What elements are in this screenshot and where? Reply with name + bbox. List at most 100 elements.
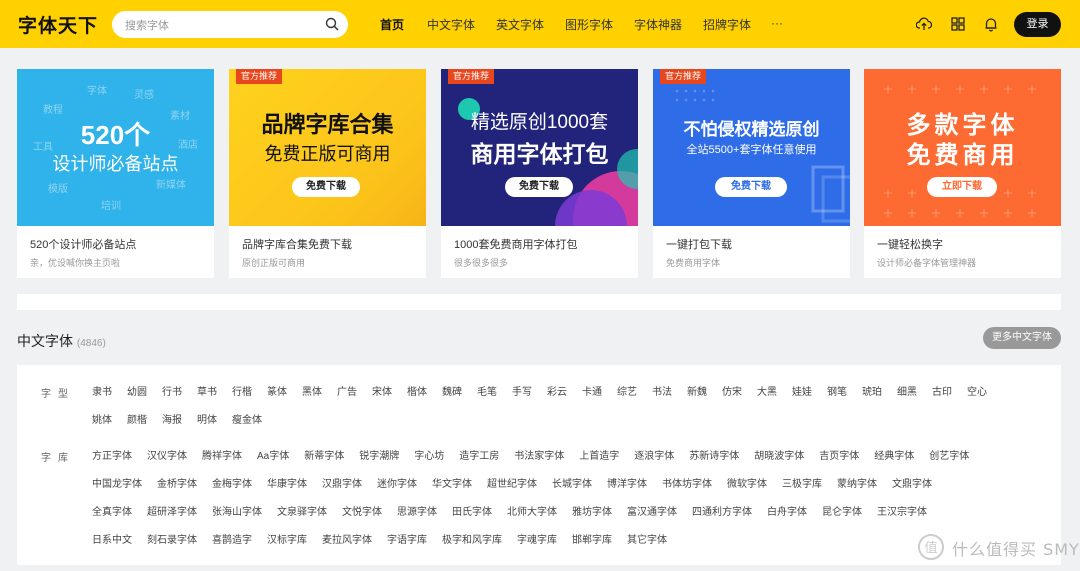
banner-design-sites[interactable]: 字体 灵感 教程 素材 工具 酒店 模版 新媒体 培训 520个 设计师必备站点	[17, 69, 214, 226]
font-tag[interactable]: 行书	[162, 383, 182, 398]
font-tag[interactable]: 海报	[162, 411, 182, 426]
font-tag[interactable]: 文鼎字体	[892, 475, 932, 490]
card-title[interactable]: 品牌字库合集免费下载	[242, 236, 352, 252]
font-tag[interactable]: 微软字体	[727, 475, 767, 490]
font-tag[interactable]: 吉页字体	[819, 447, 859, 462]
font-tag[interactable]: 邯郸字库	[572, 531, 612, 546]
font-tag[interactable]: 蒙纳字体	[837, 475, 877, 490]
font-tag[interactable]: 行楷	[232, 383, 252, 398]
font-tag[interactable]: 彩云	[547, 383, 567, 398]
font-tag[interactable]: 其它字体	[627, 531, 667, 546]
font-tag[interactable]: 古印	[932, 383, 952, 398]
font-tag[interactable]: 钢笔	[827, 383, 847, 398]
font-tag[interactable]: 超研泽字体	[147, 503, 197, 518]
promo-card-design-sites[interactable]: 字体 灵感 教程 素材 工具 酒店 模版 新媒体 培训 520个 设计师必备站点…	[17, 69, 214, 278]
nav-chinese-fonts[interactable]: 中文字体	[427, 16, 475, 33]
free-download-button[interactable]: 免费下载	[292, 177, 360, 197]
font-tag[interactable]: 字魂字库	[517, 531, 557, 546]
font-tag[interactable]: 字心坊	[414, 447, 444, 462]
font-tag[interactable]: Aa字体	[257, 447, 289, 462]
font-tag[interactable]: 黑体	[302, 383, 322, 398]
free-download-button[interactable]: 免费下载	[505, 177, 573, 197]
font-tag[interactable]: 魏碑	[442, 383, 462, 398]
font-tag[interactable]: 博洋字体	[607, 475, 647, 490]
font-tag[interactable]: 锐字潮牌	[359, 447, 399, 462]
font-tag[interactable]: 雅坊字体	[572, 503, 612, 518]
font-tag[interactable]: 麦拉风字体	[322, 531, 372, 546]
font-tag[interactable]: 富汉通字体	[627, 503, 677, 518]
nav-signboard-fonts[interactable]: 招牌字体	[703, 16, 751, 33]
font-tag[interactable]: 字语字库	[387, 531, 427, 546]
grid-icon[interactable]	[950, 16, 966, 32]
nav-home[interactable]: 首页	[380, 16, 404, 33]
font-tag[interactable]: 宋体	[372, 383, 392, 398]
promo-card-bundle-download[interactable]: 不怕侵权精选原创 全站5500+套字体任意使用 免费下载 官方推荐 一键打包下载…	[653, 69, 850, 278]
font-tag[interactable]: 昆仑字体	[822, 503, 862, 518]
banner-1000-fonts[interactable]: 精选原创1000套 商用字体打包 免费下载 官方推荐	[441, 69, 638, 226]
font-tag[interactable]: 田氏字体	[452, 503, 492, 518]
font-tag[interactable]: 毛笔	[477, 383, 497, 398]
nav-graphic-fonts[interactable]: 图形字体	[565, 16, 613, 33]
font-tag[interactable]: 幼圆	[127, 383, 147, 398]
font-tag[interactable]: 华文字体	[432, 475, 472, 490]
font-tag[interactable]: 空心	[967, 383, 987, 398]
banner-font-switch[interactable]: 多款字体 免费商用 立即下载	[864, 69, 1061, 226]
font-tag[interactable]: 造字工房	[459, 447, 499, 462]
font-tag[interactable]: 喜鹊造字	[212, 531, 252, 546]
font-tag[interactable]: 汉标字库	[267, 531, 307, 546]
font-tag[interactable]: 大黑	[757, 383, 777, 398]
font-tag[interactable]: 创艺字体	[929, 447, 969, 462]
font-tag[interactable]: 王汉宗字体	[877, 503, 927, 518]
font-tag[interactable]: 汉仪字体	[147, 447, 187, 462]
font-tag[interactable]: 文泉驿字体	[277, 503, 327, 518]
banner-bundle-download[interactable]: 不怕侵权精选原创 全站5500+套字体任意使用 免费下载 官方推荐	[653, 69, 850, 226]
font-tag[interactable]: 全真字体	[92, 503, 132, 518]
download-now-button[interactable]: 立即下载	[927, 177, 997, 197]
font-tag[interactable]: 日系中文	[92, 531, 132, 546]
font-tag[interactable]: 极字和风字库	[442, 531, 502, 546]
font-tag[interactable]: 篆体	[267, 383, 287, 398]
font-tag[interactable]: 思源字体	[397, 503, 437, 518]
promo-card-font-switch[interactable]: 多款字体 免费商用 立即下载 一键轻松换字 设计师必备字体管理神器	[864, 69, 1061, 278]
font-tag[interactable]: 草书	[197, 383, 217, 398]
font-tag[interactable]: 新蒂字体	[304, 447, 344, 462]
font-tag[interactable]: 仿宋	[722, 383, 742, 398]
font-tag[interactable]: 娃娃	[792, 383, 812, 398]
font-tag[interactable]: 隶书	[92, 383, 112, 398]
font-tag[interactable]: 手写	[512, 383, 532, 398]
card-title[interactable]: 520个设计师必备站点	[30, 236, 136, 252]
promo-card-brand-collection[interactable]: 品牌字库合集 免费正版可商用 免费下载 官方推荐 品牌字库合集免费下载 原创正版…	[229, 69, 426, 278]
card-title[interactable]: 一键轻松换字	[877, 236, 943, 252]
font-tag[interactable]: 书法	[652, 383, 672, 398]
banner-brand-collection[interactable]: 品牌字库合集 免费正版可商用 免费下载 官方推荐	[229, 69, 426, 226]
font-tag[interactable]: 苏新诗字体	[689, 447, 739, 462]
bell-icon[interactable]	[983, 16, 999, 32]
font-tag[interactable]: 三极字库	[782, 475, 822, 490]
font-tag[interactable]: 金梅字体	[212, 475, 252, 490]
font-tag[interactable]: 腾祥字体	[202, 447, 242, 462]
font-tag[interactable]: 刻石录字体	[147, 531, 197, 546]
nav-font-tools[interactable]: 字体神器	[634, 16, 682, 33]
cloud-upload-icon[interactable]	[916, 16, 932, 32]
font-tag[interactable]: 华康字体	[267, 475, 307, 490]
font-tag[interactable]: 超世纪字体	[487, 475, 537, 490]
free-download-button[interactable]: 免费下载	[715, 177, 787, 197]
site-logo[interactable]: 字体天下	[18, 11, 98, 38]
promo-card-1000-fonts[interactable]: 精选原创1000套 商用字体打包 免费下载 官方推荐 1000套免费商用字体打包…	[441, 69, 638, 278]
font-tag[interactable]: 中国龙字体	[92, 475, 142, 490]
card-title[interactable]: 一键打包下载	[666, 236, 732, 252]
font-tag[interactable]: 综艺	[617, 383, 637, 398]
font-tag[interactable]: 细黑	[897, 383, 917, 398]
search-input[interactable]: 搜索字体	[125, 17, 169, 33]
font-tag[interactable]: 姚体	[92, 411, 112, 426]
login-button[interactable]: 登录	[1014, 12, 1061, 37]
font-tag[interactable]: 书体坊字体	[662, 475, 712, 490]
font-tag[interactable]: 书法家字体	[514, 447, 564, 462]
font-tag[interactable]: 经典字体	[874, 447, 914, 462]
font-tag[interactable]: 逐浪字体	[634, 447, 674, 462]
font-tag[interactable]: 颜楷	[127, 411, 147, 426]
font-tag[interactable]: 明体	[197, 411, 217, 426]
font-tag[interactable]: 迷你字体	[377, 475, 417, 490]
card-title[interactable]: 1000套免费商用字体打包	[454, 236, 577, 252]
font-tag[interactable]: 卡通	[582, 383, 602, 398]
